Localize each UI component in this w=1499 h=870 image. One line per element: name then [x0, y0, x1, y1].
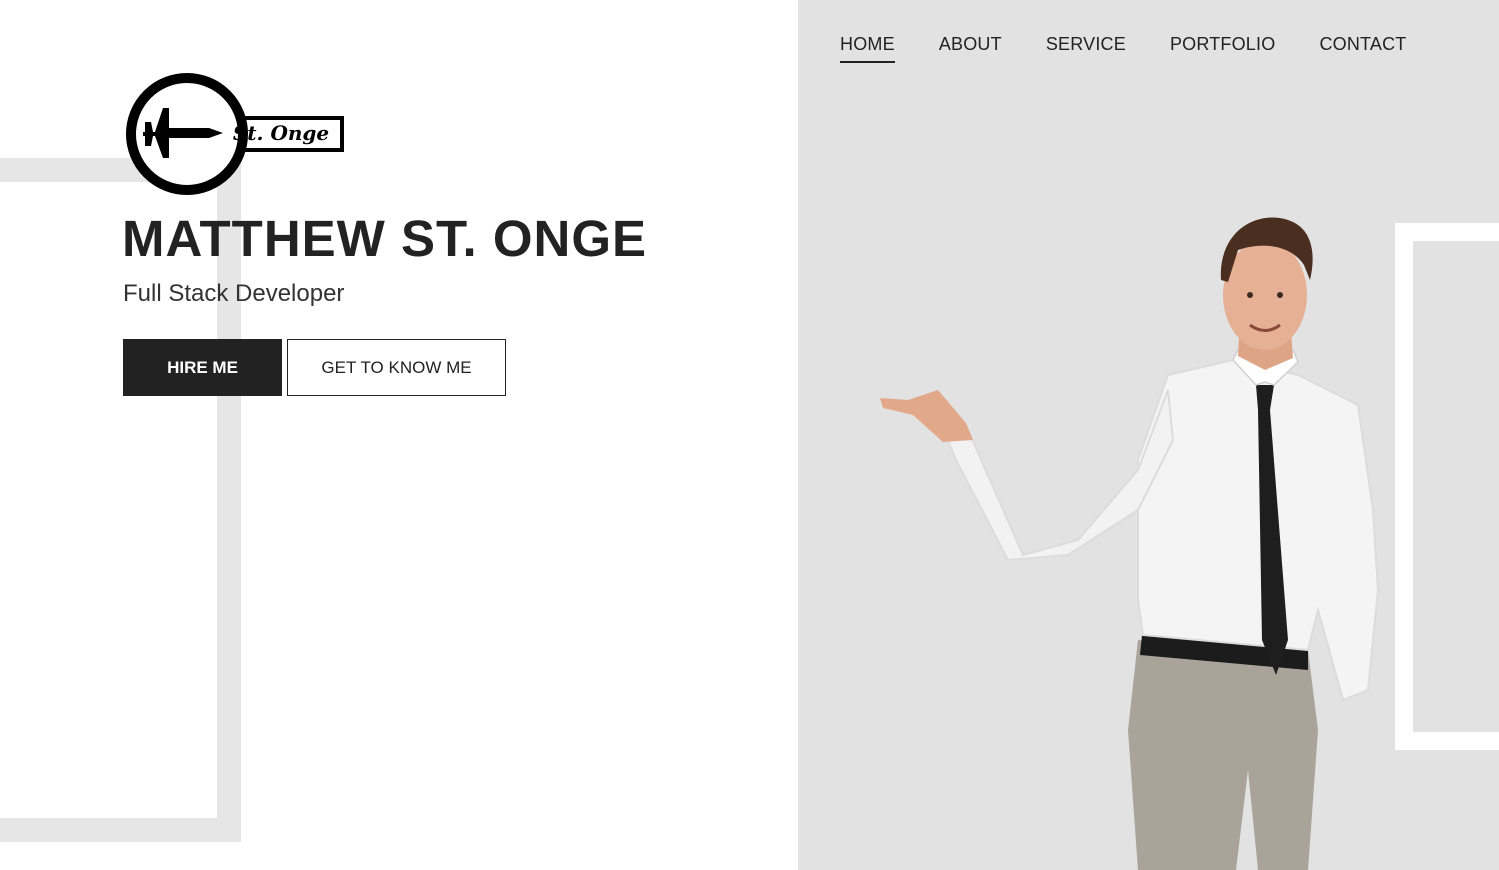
- get-to-know-me-button[interactable]: GET TO KNOW ME: [287, 339, 506, 396]
- nav-home[interactable]: HOME: [840, 34, 895, 63]
- hire-me-button[interactable]: HIRE ME: [123, 339, 282, 396]
- nav-service[interactable]: SERVICE: [1046, 34, 1126, 63]
- hero-right-pane: HOME ABOUT SERVICE PORTFOLIO CONTACT: [798, 0, 1499, 870]
- decorative-frame-right: [1395, 223, 1499, 750]
- nav-contact[interactable]: CONTACT: [1319, 34, 1406, 63]
- logo[interactable]: St. Onge: [123, 72, 345, 197]
- hero-person-image: [880, 217, 1380, 870]
- hero-left-pane: St. Onge MATTHEW ST. ONGE Full Stack Dev…: [0, 0, 798, 870]
- main-nav: HOME ABOUT SERVICE PORTFOLIO CONTACT: [840, 34, 1407, 63]
- nav-about[interactable]: ABOUT: [939, 34, 1002, 63]
- hero-name: MATTHEW ST. ONGE: [122, 210, 648, 267]
- nav-portfolio[interactable]: PORTFOLIO: [1170, 34, 1276, 63]
- logo-text: St. Onge: [233, 121, 329, 145]
- hero-role: Full Stack Developer: [123, 280, 345, 307]
